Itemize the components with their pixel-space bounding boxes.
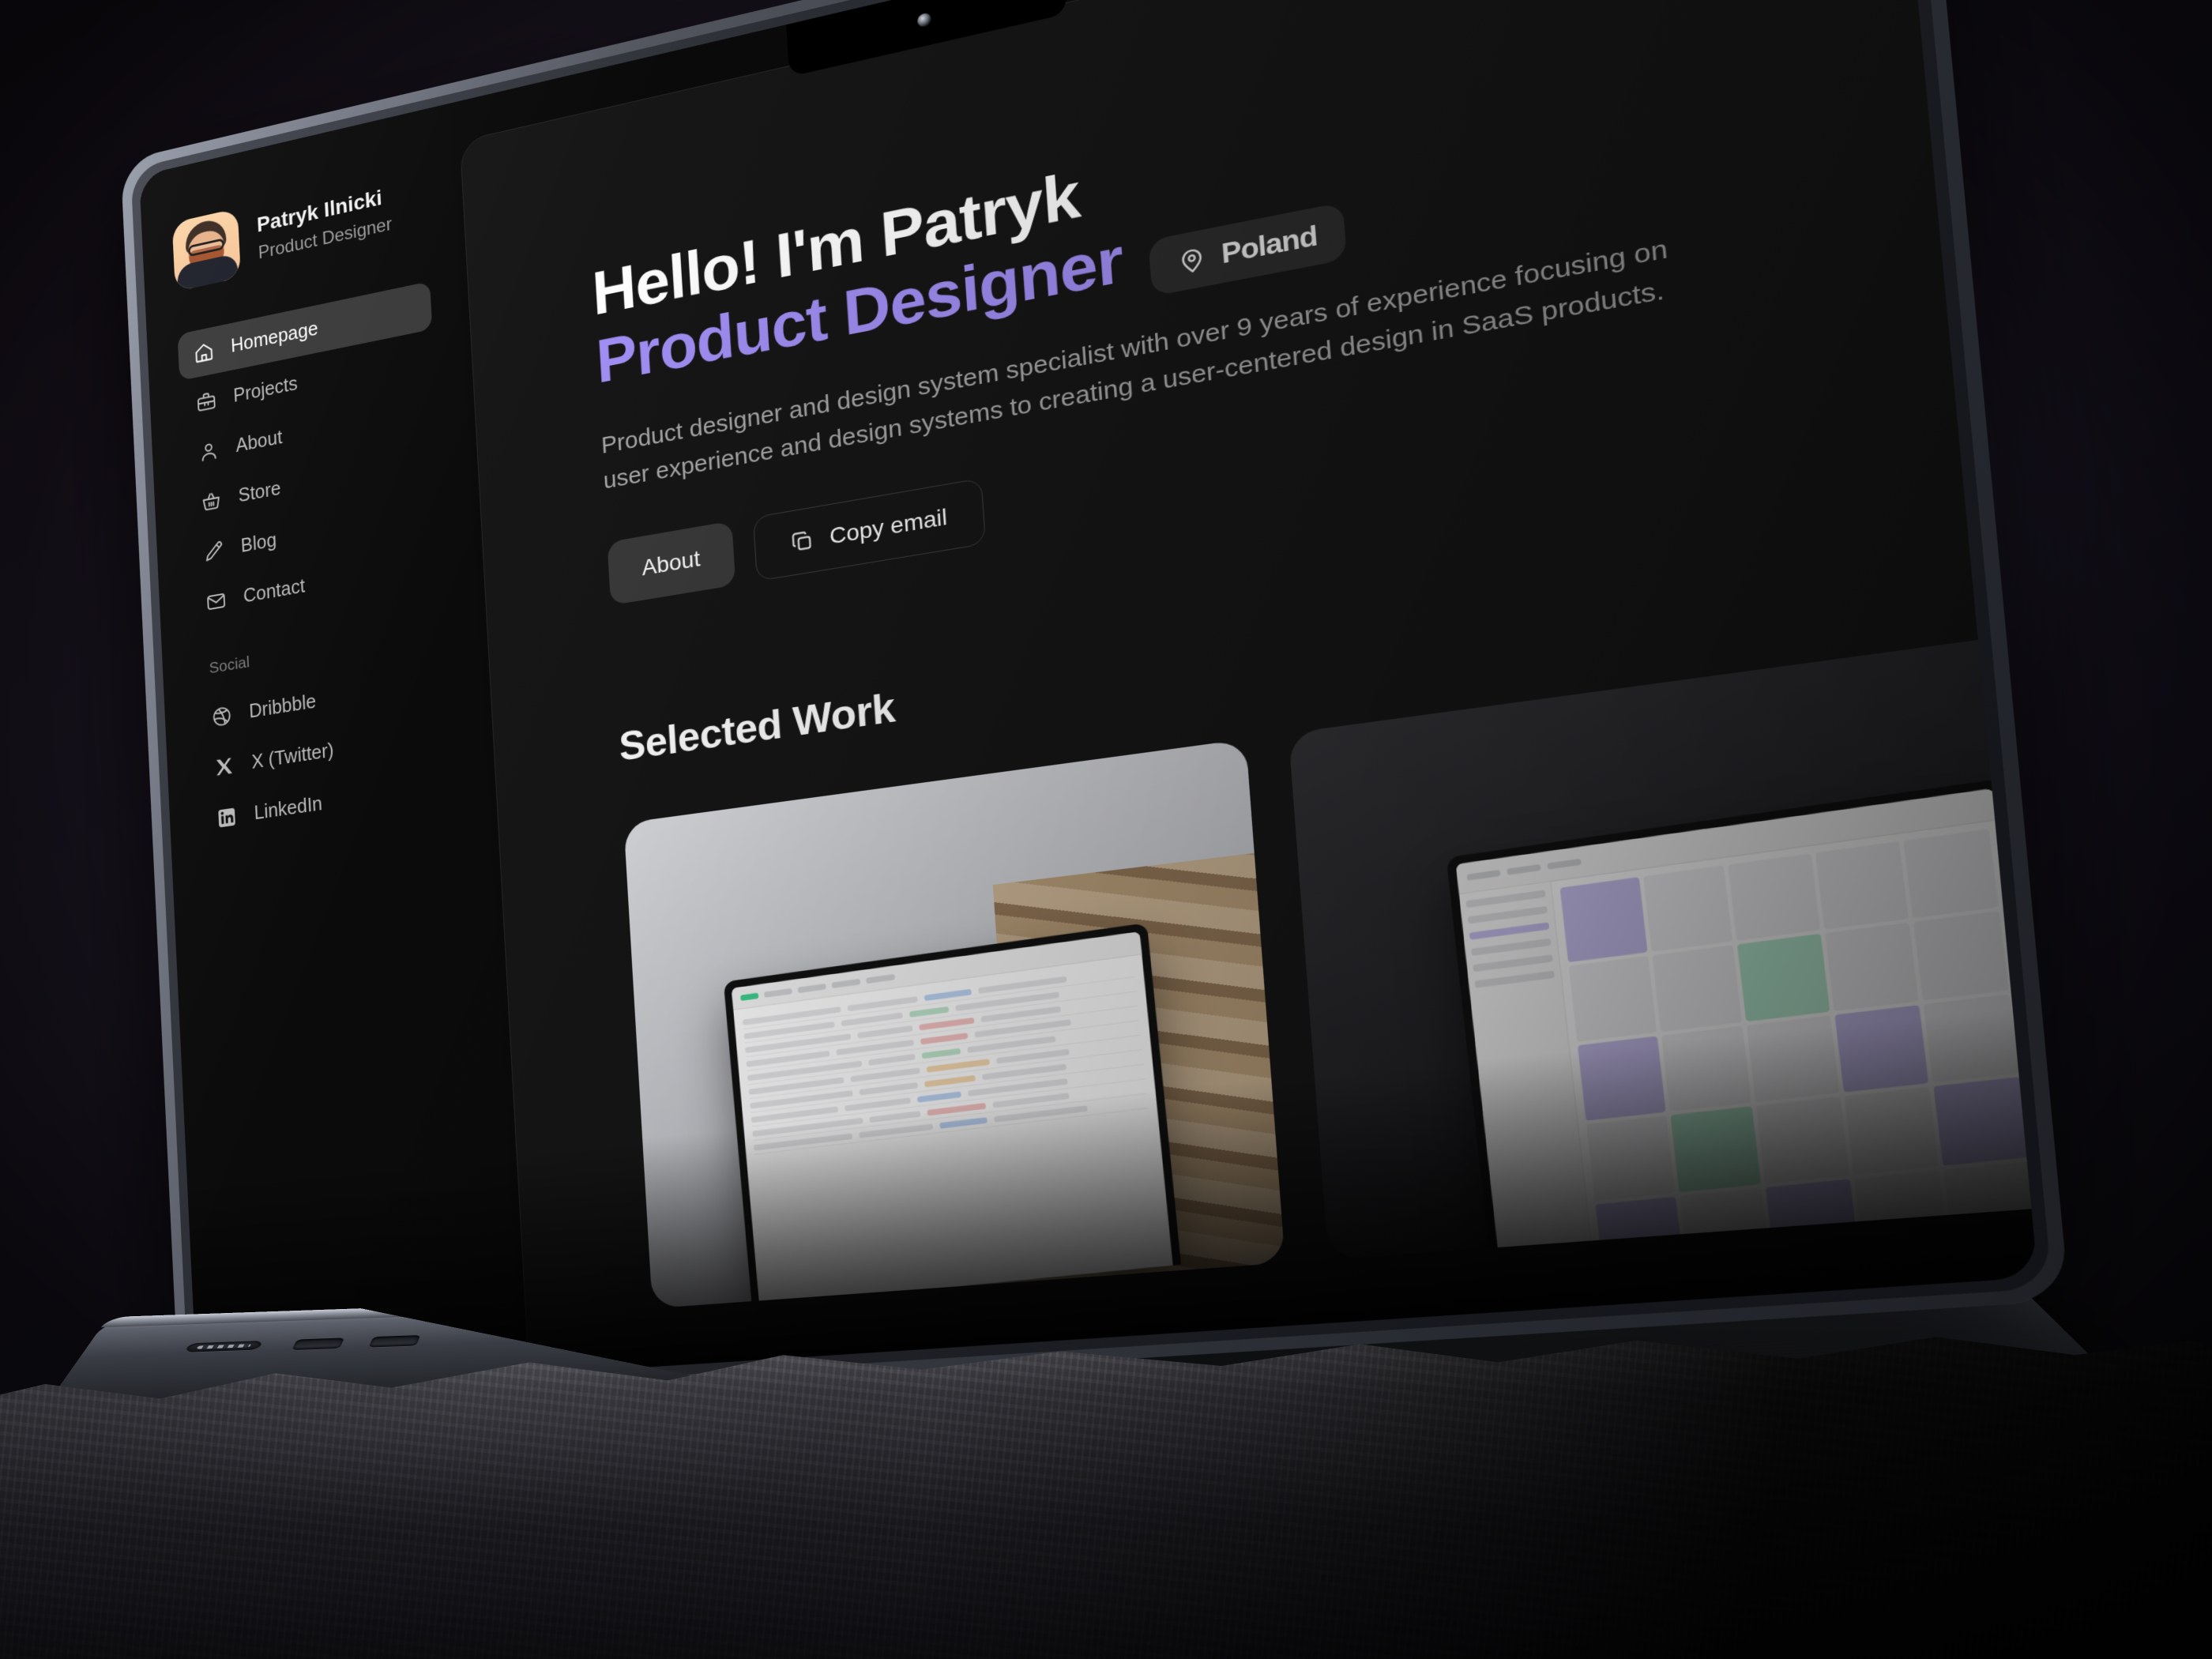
sidebar-item-about[interactable]: About [182,383,438,480]
screen-bezel: Patryk Ilnicki Product Designer Homepage… [139,0,2038,1397]
screen-content: Patryk Ilnicki Product Designer Homepage… [139,0,2038,1397]
sidebar-item-blog[interactable]: Blog [187,486,444,579]
linkedin-icon [216,805,237,830]
sidebar-item-label: Store [238,477,282,507]
briefcase-icon [196,389,217,415]
home-icon [194,340,215,365]
sidebar-item-label: X (Twitter) [250,739,335,773]
basket-icon [201,489,222,514]
location-pin-icon [1176,243,1208,276]
envelope-icon [205,589,227,615]
location-badge: Poland [1148,201,1348,296]
usbc-port-1 [292,1337,345,1351]
work-card-1[interactable] [623,739,1285,1309]
sidebar-item-label: About [235,426,283,457]
sidebar-item-label: Blog [240,529,277,557]
magsafe-port [184,1341,264,1352]
usbc-port-2 [368,1335,421,1348]
sidebar-item-label: Contact [243,575,306,608]
copy-icon [789,527,815,555]
profile-block: Patryk Ilnicki Product Designer [171,166,427,292]
profile-role: Product Designer [258,213,393,263]
social-section-label: Social [209,653,250,678]
main-content: Hello! I'm Patryk Product Designer Polan… [459,0,2038,1375]
sidebar-item-homepage[interactable]: Homepage [177,281,433,382]
sidebar-item-projects[interactable]: Projects [180,333,435,431]
user-icon [198,439,220,465]
main-nav: Homepage Projects About Store Blog Conta… [177,281,459,845]
macbook-device: Patryk Ilnicki Product Designer Homepage… [4,0,2117,1485]
x-twitter-icon [213,754,235,780]
main-wrap: Hello! I'm Patryk Product Designer Polan… [450,0,2038,1375]
location-badge-label: Poland [1220,219,1319,269]
sidebar-item-linkedin[interactable]: LinkedIn [200,760,459,845]
copy-email-button[interactable]: Copy email [753,477,987,581]
sidebar: Patryk Ilnicki Product Designer Homepage… [139,103,521,1397]
sidebar-item-contact[interactable]: Contact [190,538,446,630]
pencil-icon [203,539,224,564]
sidebar-item-x-twitter[interactable]: X (Twitter) [198,708,456,795]
sidebar-item-dribbble[interactable]: Dribbble [195,656,453,744]
webcam-icon [916,12,932,28]
sidebar-item-label: Dribbble [248,690,317,723]
dribbble-icon [211,704,232,729]
copy-email-button-label: Copy email [828,503,948,549]
sidebar-item-label: Homepage [230,318,319,357]
sidebar-item-label: Projects [232,372,299,407]
about-button-label: About [641,545,702,581]
sidebar-item-label: LinkedIn [254,792,323,825]
about-button[interactable]: About [607,521,736,606]
profile-name: Patryk Ilnicki [256,186,383,237]
work-card-2[interactable] [1288,633,2038,1260]
laptop-lid: Patryk Ilnicki Product Designer Homepage… [120,0,2070,1418]
avatar [171,208,241,292]
sidebar-item-store[interactable]: Store [185,434,441,529]
